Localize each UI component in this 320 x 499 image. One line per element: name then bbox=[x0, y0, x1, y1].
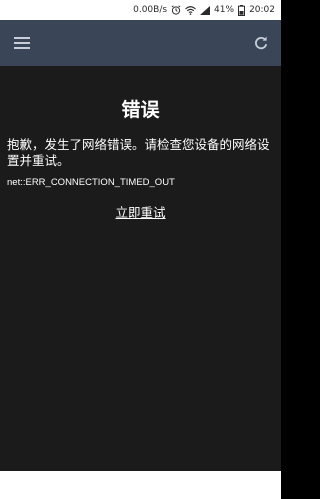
error-code: net::ERR_CONNECTION_TIMED_OUT bbox=[7, 177, 175, 188]
battery-percent: 41% bbox=[214, 5, 235, 15]
signal-icon bbox=[200, 5, 211, 15]
retry-now-link[interactable]: 立即重试 bbox=[0, 205, 281, 221]
network-speed: 0.00B/s bbox=[133, 5, 168, 15]
clock: 20:02 bbox=[249, 5, 275, 15]
navigation-bar bbox=[0, 471, 281, 499]
error-description: 抱歉，发生了网络错误。请检查您设备的网络设置并重试。 bbox=[7, 137, 270, 168]
wifi-icon bbox=[185, 5, 196, 15]
error-page: 错误 抱歉，发生了网络错误。请检查您设备的网络设置并重试。 net::ERR_C… bbox=[0, 66, 281, 471]
status-bar: 0.00B/s 41% 20:02 bbox=[0, 0, 281, 20]
refresh-button[interactable] bbox=[247, 30, 275, 56]
battery-icon bbox=[238, 4, 246, 16]
error-title: 错误 bbox=[121, 99, 160, 121]
status-bar-right: 0.00B/s 41% 20:02 bbox=[133, 0, 275, 20]
refresh-icon bbox=[255, 36, 268, 50]
app-bar bbox=[0, 20, 281, 66]
alarm-icon bbox=[171, 5, 181, 15]
menu-button[interactable] bbox=[8, 30, 36, 56]
hamburger-menu-icon bbox=[14, 37, 30, 49]
